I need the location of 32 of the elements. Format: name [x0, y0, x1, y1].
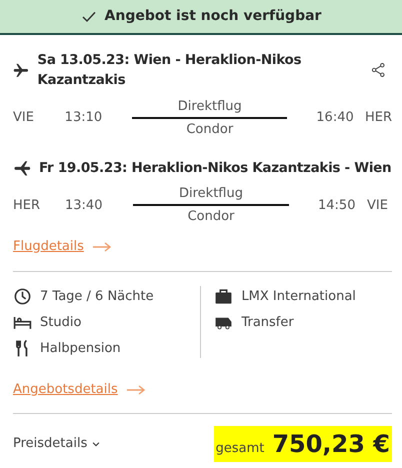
airport-code: HER [364, 109, 392, 128]
feature-text: 7 Tage / 6 Nächte [40, 288, 154, 306]
total-price: 750,23 € [272, 428, 390, 460]
clock-icon [13, 286, 32, 306]
feature-text: Studio [40, 314, 82, 332]
arrival-time: 14:50 [318, 196, 356, 214]
banner-text: Angebot ist noch verfügbar [104, 7, 322, 26]
suitcase-icon [214, 286, 234, 306]
flight-type: Direktflug [178, 98, 242, 116]
arrival-time: 16:40 [316, 109, 355, 128]
flight-type: Direktflug [179, 184, 243, 203]
arrow-icon [126, 385, 146, 395]
departure-time: 13:40 [65, 196, 104, 214]
details-link[interactable]: Flugdetails [13, 236, 84, 256]
plane-icon [13, 61, 30, 80]
airport-code: VIE [367, 196, 388, 214]
airport-code: VIE [13, 109, 35, 128]
details-link[interactable]: Angebotsdetails [13, 380, 118, 400]
feature-text: Halbpension [40, 340, 121, 358]
feature-text: Transfer [241, 314, 294, 332]
price-details-toggle[interactable]: Preisdetails [13, 434, 102, 454]
flight-title: Sa 13.05.23: Wien - Heraklion-Nikos Kazantzakis [37, 51, 302, 90]
airline-name: Condor [186, 121, 234, 139]
feature-text: LMX International [241, 288, 356, 306]
plane-icon [13, 158, 31, 177]
airline-name: Condor [188, 208, 234, 226]
flight-title: Fr 19.05.23: Heraklion-Nikos Kazantzakis - Wien [39, 158, 392, 178]
arrow-icon [92, 242, 112, 252]
total-label: gesamt [216, 440, 264, 458]
airport-code: HER [13, 196, 42, 214]
share-icon[interactable] [370, 61, 386, 80]
departure-time: 13:10 [64, 109, 104, 128]
